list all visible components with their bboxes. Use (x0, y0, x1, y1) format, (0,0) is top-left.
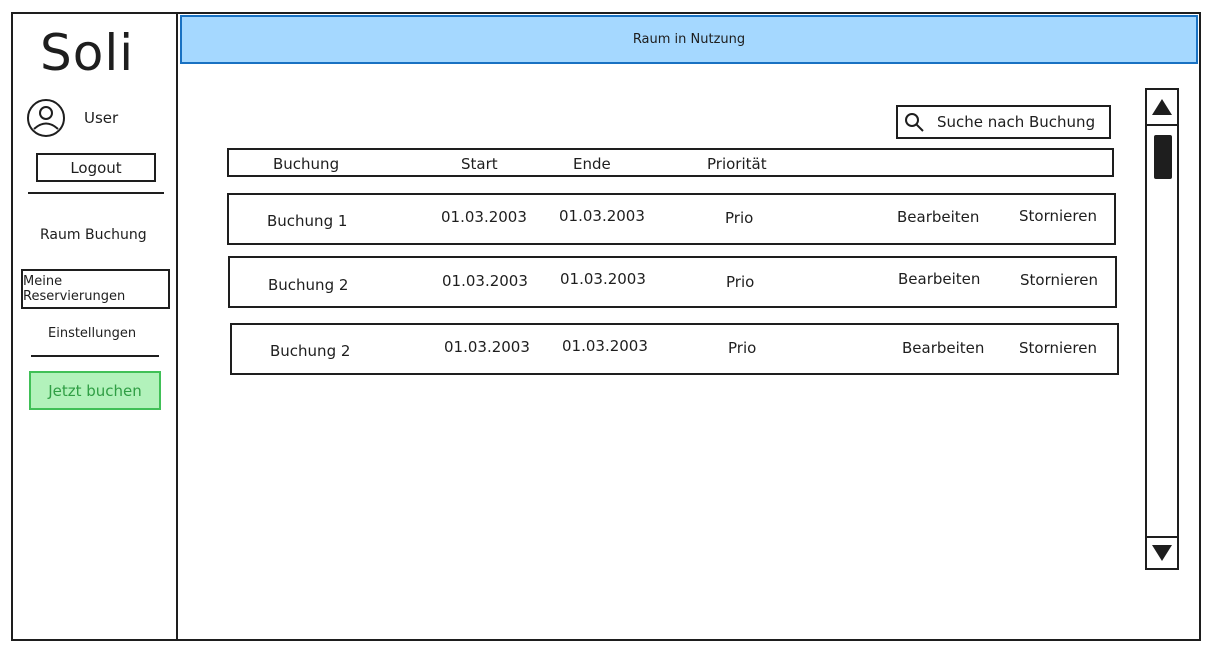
column-header-ende: Ende (573, 155, 611, 173)
user-profile[interactable]: User (26, 98, 118, 138)
search-icon (905, 113, 924, 132)
table-row: Buchung 1 01.03.2003 01.03.2003 Prio Bea… (227, 193, 1116, 245)
cancel-button[interactable]: Stornieren (1019, 339, 1097, 357)
edit-button[interactable]: Bearbeiten (897, 208, 979, 226)
table-row: Buchung 2 01.03.2003 01.03.2003 Prio Bea… (230, 323, 1119, 375)
sidebar-item-einstellungen[interactable]: Einstellungen (48, 326, 136, 341)
column-header-start: Start (461, 155, 498, 173)
sidebar-divider-bottom (31, 355, 159, 357)
user-circle-icon (27, 99, 65, 137)
row-priority: Prio (728, 339, 757, 357)
table-header: Buchung Start Ende Priorität (227, 148, 1114, 177)
column-header-buchung: Buchung (273, 155, 340, 173)
scroll-thumb[interactable] (1154, 135, 1172, 179)
sidebar-item-meine-reservierungen[interactable]: Meine Reservierungen (21, 269, 170, 309)
row-end: 01.03.2003 (559, 207, 645, 225)
book-now-button[interactable]: Jetzt buchen (29, 371, 161, 410)
row-priority: Prio (725, 209, 754, 227)
row-priority: Prio (726, 273, 755, 291)
column-header-prioritaet: Priorität (707, 155, 767, 173)
app-logo: Soli (40, 24, 135, 82)
scrollbar[interactable] (1145, 88, 1179, 570)
row-start: 01.03.2003 (444, 338, 530, 356)
row-name: Buchung 2 (270, 342, 351, 360)
page-title: Raum in Nutzung (632, 32, 746, 47)
search-input[interactable]: Suche nach Buchung (896, 105, 1111, 139)
table-row: Buchung 2 01.03.2003 01.03.2003 Prio Bea… (228, 256, 1117, 308)
row-start: 01.03.2003 (442, 272, 528, 290)
logout-button[interactable]: Logout (36, 153, 156, 182)
row-name: Buchung 1 (267, 212, 348, 230)
triangle-up-icon (1152, 99, 1172, 115)
cancel-button[interactable]: Stornieren (1019, 207, 1097, 225)
page-title-bar: Raum in Nutzung (180, 15, 1198, 64)
row-end: 01.03.2003 (562, 337, 648, 355)
edit-button[interactable]: Bearbeiten (902, 339, 984, 357)
edit-button[interactable]: Bearbeiten (898, 270, 980, 288)
sidebar-divider-top (28, 192, 164, 194)
row-name: Buchung 2 (268, 276, 349, 294)
row-start: 01.03.2003 (441, 208, 527, 226)
cancel-button[interactable]: Stornieren (1020, 271, 1098, 289)
triangle-down-icon (1152, 545, 1172, 561)
search-placeholder: Suche nach Buchung (937, 113, 1096, 131)
user-label: User (84, 109, 119, 127)
scroll-down-button[interactable] (1147, 536, 1177, 568)
sidebar-divider (176, 12, 178, 641)
sidebar-item-raum-buchung[interactable]: Raum Buchung (40, 227, 147, 243)
scroll-up-button[interactable] (1147, 90, 1177, 126)
row-end: 01.03.2003 (560, 270, 646, 288)
